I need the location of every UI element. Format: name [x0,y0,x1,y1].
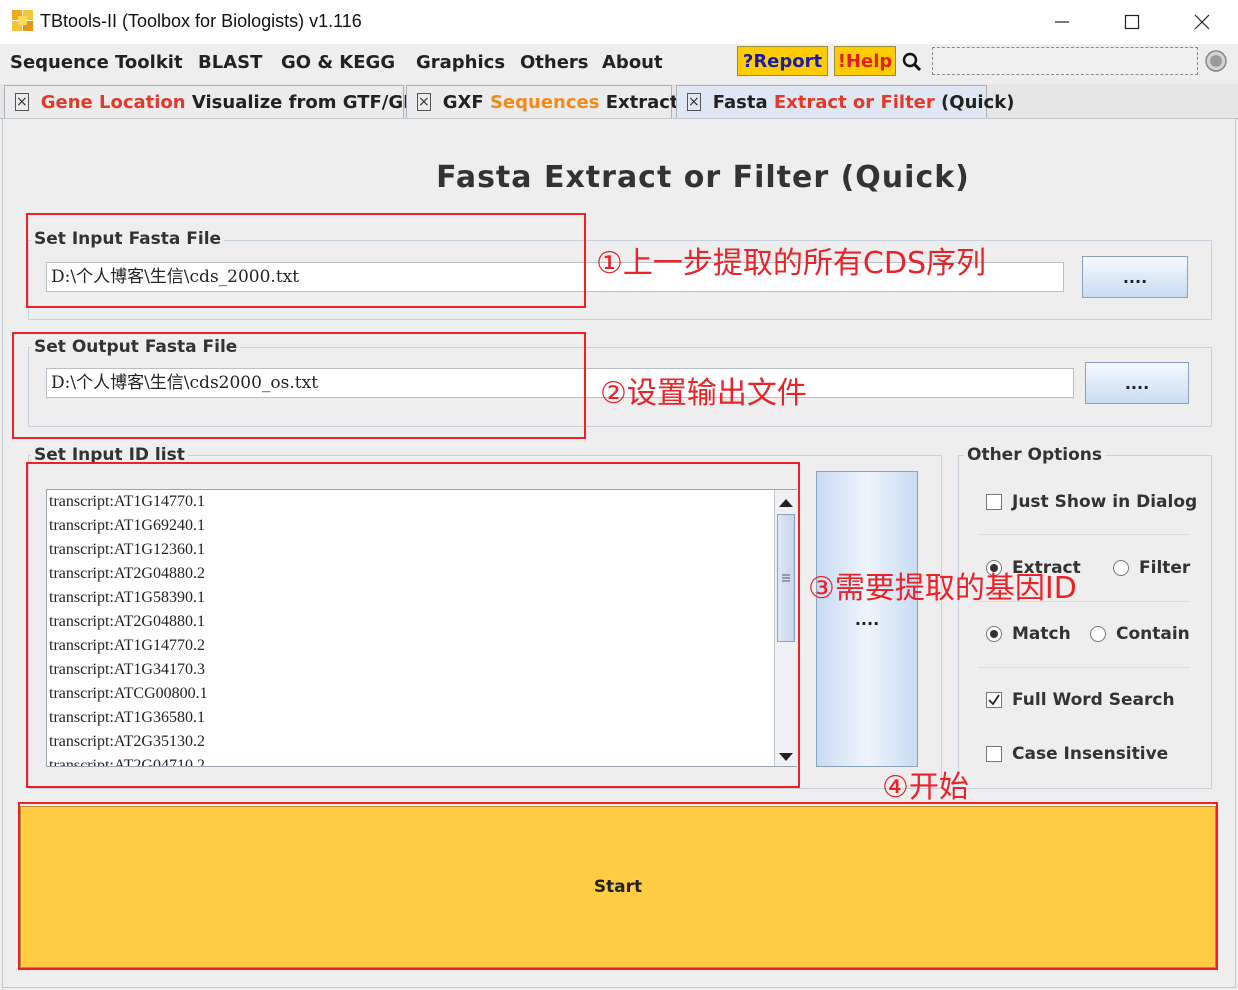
window-title: TBtools-II (Toolbox for Biologists) v1.1… [40,11,362,31]
full-word-search-checkbox[interactable]: Full Word Search [986,690,1175,710]
radio-label: Filter [1139,558,1191,578]
just-show-in-dialog-checkbox[interactable]: Just Show in Dialog [986,492,1197,512]
radio-dot[interactable] [986,626,1002,642]
id-list-browse-button[interactable]: .... [816,471,918,767]
tab-close-icon[interactable]: × [417,93,431,111]
tab-gxf-sequences[interactable]: × GXF Sequences Extract [406,85,679,118]
input-fasta-browse-button[interactable]: .... [1082,256,1188,298]
menu-graphics[interactable]: Graphics [416,52,505,73]
tab-label-part: Fasta [712,91,774,113]
close-window-icon[interactable] [1180,8,1224,36]
checkbox-box[interactable] [986,746,1002,762]
radio-dot[interactable] [1113,560,1129,576]
checkbox-label: Case Insensitive [1012,744,1169,764]
annotation-step1: ①上一步提取的所有CDS序列 [596,246,986,281]
annotation-box-start [18,802,1218,970]
help-button[interactable]: !Help [834,46,896,76]
options-divider [978,534,1190,535]
menu-sequence-toolkit[interactable]: Sequence Toolkit [10,52,183,73]
tab-label: Fasta Extract or Filter (Quick) [713,92,1015,113]
search-icon[interactable] [902,52,922,76]
tab-fasta-extract[interactable]: × Fasta Extract or Filter (Quick) [676,85,1014,118]
menu-blast[interactable]: BLAST [198,52,262,73]
maximize-icon[interactable] [1110,8,1154,36]
search-input[interactable] [932,47,1198,75]
checkbox-box[interactable] [986,494,1002,510]
tab-label-part: Gene Location [40,91,186,113]
contain-radio[interactable]: Contain [1090,624,1190,644]
checkbox-label: Just Show in Dialog [1012,492,1198,512]
annotation-box-output [12,332,586,439]
tab-label: GXF Sequences Extract [443,92,679,113]
annotation-step4: ④开始 [882,770,969,805]
checkbox-label: Full Word Search [1012,690,1175,710]
tab-label: Gene Location Visualize from GTF/GFF [41,92,428,113]
filter-radio[interactable]: Filter [1113,558,1190,578]
status-indicator-icon [1204,49,1228,77]
menu-go-kegg[interactable]: GO & KEGG [281,52,395,73]
tbtools-logo-icon [12,10,34,32]
tab-gene-location[interactable]: × Gene Location Visualize from GTF/GFF [4,85,428,118]
other-options-label: Other Options [964,445,1105,465]
annotation-step3: ③需要提取的基因ID [808,571,1077,606]
report-button[interactable]: ?Report [737,46,828,76]
case-insensitive-checkbox[interactable]: Case Insensitive [986,744,1168,764]
page-title: Fasta Extract or Filter (Quick) [436,160,970,195]
annotation-step2: ②设置输出文件 [600,376,807,411]
tab-label-part: Extract [599,91,679,113]
menu-about[interactable]: About [602,52,663,73]
tab-label-part: GXF [442,91,490,113]
output-fasta-browse-button[interactable]: .... [1085,362,1189,404]
checkbox-box[interactable] [986,692,1002,708]
annotation-box-id-list [26,462,800,788]
options-divider [978,667,1190,668]
radio-label: Contain [1116,624,1190,644]
match-radio[interactable]: Match [986,624,1071,644]
tab-label-part: Visualize from GTF/GFF [185,91,428,113]
tab-label-part: (Quick) [934,91,1015,113]
minimize-icon[interactable] [1040,8,1084,36]
radio-dot[interactable] [1090,626,1106,642]
tab-label-part: Extract or Filter [773,91,935,113]
tab-close-icon[interactable]: × [687,93,701,111]
radio-label: Match [1012,624,1071,644]
menu-others[interactable]: Others [520,52,589,73]
tab-close-icon[interactable]: × [15,93,29,111]
annotation-box-input [26,213,586,308]
tab-label-part: Sequences [489,91,600,113]
